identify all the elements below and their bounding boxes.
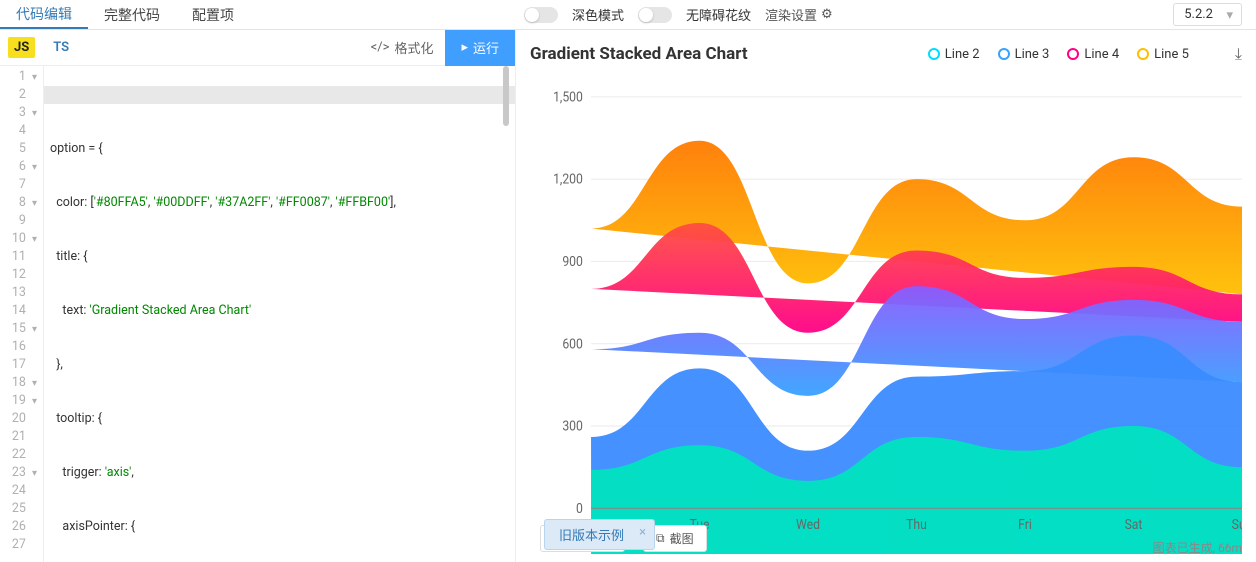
format-button[interactable]: </>格式化 xyxy=(359,38,446,57)
lang-js-tab[interactable]: JS xyxy=(8,37,35,58)
svg-text:900: 900 xyxy=(562,254,583,270)
svg-text:Sat: Sat xyxy=(1125,517,1143,533)
svg-text:1,200: 1,200 xyxy=(553,172,583,188)
code-editor[interactable]: 1 ▾2 3 ▾4 5 6 ▾7 8 ▾9 10 ▾11 12 13 14 15… xyxy=(0,66,515,562)
svg-text:Fri: Fri xyxy=(1018,517,1032,533)
lang-ts-tab[interactable]: TS xyxy=(41,34,81,61)
tab-config[interactable]: 配置项 xyxy=(176,0,250,29)
chart-title: Gradient Stacked Area Chart xyxy=(530,44,748,64)
legend-item[interactable]: Line 4 xyxy=(1067,47,1119,62)
svg-text:600: 600 xyxy=(562,337,583,353)
area-chart: MonTueWedThuFriSatSun 03006009001,2001,5… xyxy=(530,74,1242,554)
camera-icon: ⧉ xyxy=(656,531,665,546)
old-version-banner: 旧版本示例 × xyxy=(544,519,655,550)
tab-full-code[interactable]: 完整代码 xyxy=(88,0,176,29)
code-icon: </> xyxy=(371,40,390,55)
dark-mode-toggle[interactable] xyxy=(524,7,558,23)
scrollbar[interactable] xyxy=(503,66,509,126)
svg-text:1,500: 1,500 xyxy=(553,90,583,106)
render-settings-link[interactable]: 渲染设置⚙ xyxy=(765,5,833,24)
version-select[interactable]: 5.2.2 xyxy=(1173,3,1242,26)
preview-panel: Gradient Stacked Area Chart Line 2 Line 3… xyxy=(516,30,1256,562)
gear-icon: ⚙ xyxy=(821,7,833,22)
download-icon[interactable]: ⤓ xyxy=(1235,44,1242,64)
svg-text:Thu: Thu xyxy=(906,517,927,533)
close-icon[interactable]: × xyxy=(639,525,646,540)
dark-mode-label: 深色模式 xyxy=(572,5,624,24)
a11y-toggle[interactable] xyxy=(638,7,672,23)
svg-text:0: 0 xyxy=(576,501,583,517)
svg-text:Sun: Sun xyxy=(1232,517,1242,533)
gutter: 1 ▾2 3 ▾4 5 6 ▾7 8 ▾9 10 ▾11 12 13 14 15… xyxy=(0,66,44,562)
status-text: 图表已生成, 66m xyxy=(1153,539,1242,556)
run-button[interactable]: ▸运行 xyxy=(445,30,515,66)
legend-item[interactable]: Line 5 xyxy=(1137,47,1189,62)
legend-item[interactable]: Line 2 xyxy=(928,47,980,62)
play-icon: ▸ xyxy=(461,40,468,55)
chart-legend[interactable]: Line 2 Line 3 Line 4 Line 5 xyxy=(928,47,1189,62)
editor-panel: JS TS </>格式化 ▸运行 1 ▾2 3 ▾4 5 6 ▾7 8 ▾9 1… xyxy=(0,30,516,562)
svg-text:Wed: Wed xyxy=(796,517,820,533)
svg-text:300: 300 xyxy=(562,419,583,435)
a11y-label: 无障碍花纹 xyxy=(686,5,751,24)
tab-code-edit[interactable]: 代码编辑 xyxy=(0,0,88,29)
legend-item[interactable]: Line 3 xyxy=(998,47,1050,62)
